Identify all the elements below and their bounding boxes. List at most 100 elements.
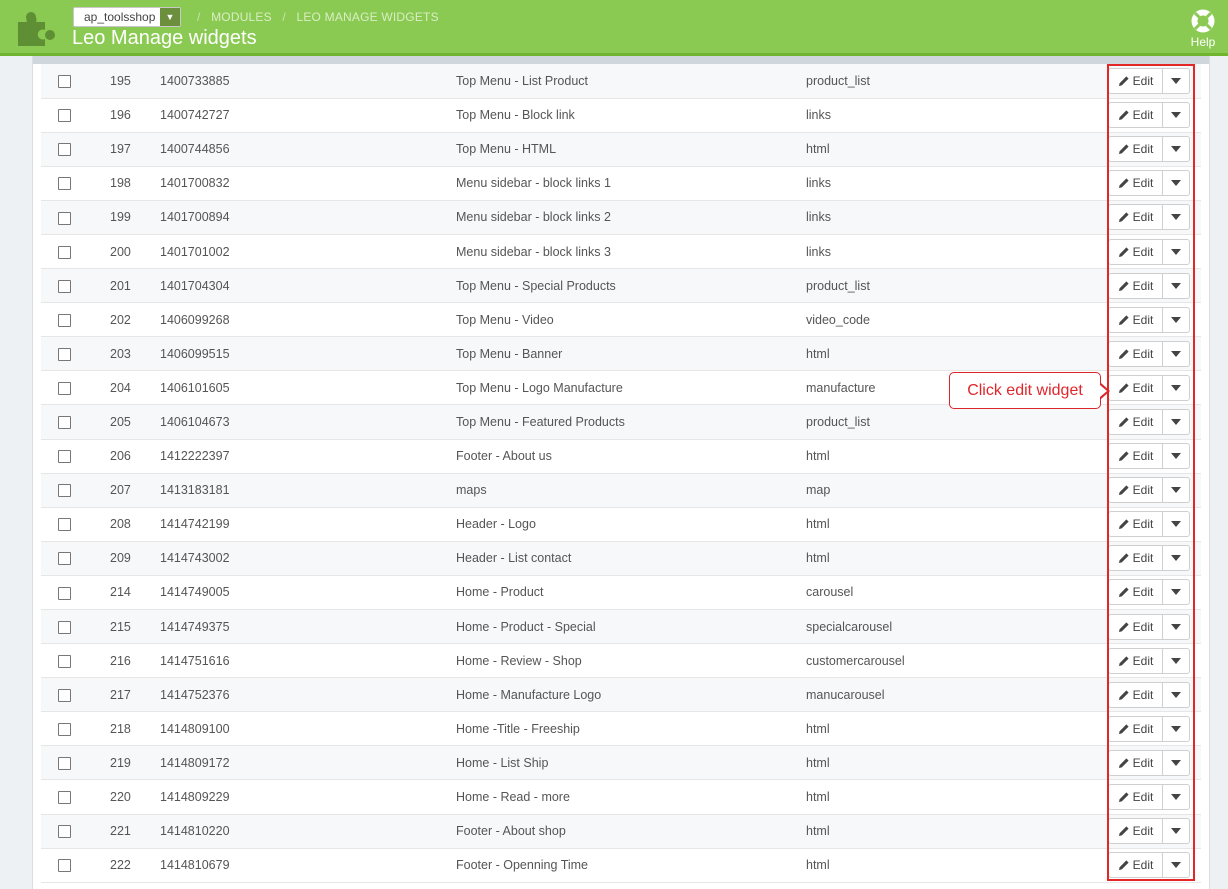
row-checkbox[interactable] <box>58 347 71 361</box>
table-row: 215 1414749375 Home - Product - Special spe… <box>41 609 1201 645</box>
actions-dropdown-toggle[interactable] <box>1163 171 1189 195</box>
table-row: 201 1401704304 Top Menu - Special Products… <box>41 268 1201 304</box>
edit-button[interactable]: Edit <box>1109 853 1163 878</box>
edit-button[interactable]: Edit <box>1109 478 1163 503</box>
row-checkbox[interactable] <box>58 381 71 395</box>
edit-button[interactable]: Edit <box>1109 307 1163 332</box>
edit-button[interactable]: Edit <box>1109 716 1163 741</box>
edit-button[interactable]: Edit <box>1109 614 1163 639</box>
edit-button[interactable]: Edit <box>1109 375 1163 400</box>
edit-button[interactable]: Edit <box>1109 546 1163 571</box>
actions-dropdown-toggle[interactable] <box>1163 69 1189 93</box>
row-checkbox[interactable] <box>58 552 71 566</box>
edit-button[interactable]: Edit <box>1109 273 1163 298</box>
edit-button[interactable]: Edit <box>1109 409 1163 434</box>
edit-button[interactable]: Edit <box>1109 580 1163 605</box>
actions-dropdown-toggle[interactable] <box>1163 785 1189 809</box>
row-checkbox[interactable] <box>58 484 71 498</box>
actions-dropdown-toggle[interactable] <box>1163 137 1189 161</box>
edit-button-group: Edit <box>1108 647 1190 674</box>
edit-button-group: Edit <box>1108 715 1190 742</box>
edit-button-group: Edit <box>1108 443 1190 470</box>
pencil-icon <box>1118 587 1129 598</box>
row-checkbox[interactable] <box>58 518 71 532</box>
table-row: 205 1406104673 Top Menu - Featured Product… <box>41 404 1201 440</box>
edit-label: Edit <box>1132 619 1154 634</box>
edit-button[interactable]: Edit <box>1109 512 1163 537</box>
edit-button[interactable]: Edit <box>1109 785 1163 810</box>
widget-type: customercarousel <box>806 643 1108 679</box>
actions-dropdown-toggle[interactable] <box>1163 308 1189 332</box>
row-checkbox[interactable] <box>58 74 71 88</box>
actions-dropdown-toggle[interactable] <box>1163 512 1189 536</box>
breadcrumb-modules[interactable]: MODULES <box>211 10 272 24</box>
edit-button[interactable]: Edit <box>1109 341 1163 366</box>
actions-dropdown-toggle[interactable] <box>1163 615 1189 639</box>
row-checkbox[interactable] <box>58 279 71 293</box>
row-checkbox[interactable] <box>58 450 71 464</box>
table-row: 209 1414743002 Header - List contact html Ed… <box>41 541 1201 576</box>
edit-button[interactable]: Edit <box>1109 171 1163 196</box>
actions-dropdown-toggle[interactable] <box>1163 819 1189 843</box>
row-checkbox[interactable] <box>58 757 71 771</box>
row-checkbox[interactable] <box>58 416 71 430</box>
edit-button[interactable]: Edit <box>1109 205 1163 230</box>
help-button[interactable]: Help <box>1188 8 1218 49</box>
actions-dropdown-toggle[interactable] <box>1163 240 1189 264</box>
edit-button[interactable]: Edit <box>1109 444 1163 469</box>
row-checkbox[interactable] <box>58 654 71 668</box>
edit-button[interactable]: Edit <box>1109 137 1163 162</box>
actions-dropdown-toggle[interactable] <box>1163 683 1189 707</box>
actions-dropdown-toggle[interactable] <box>1163 342 1189 366</box>
actions-dropdown-toggle[interactable] <box>1163 410 1189 434</box>
actions-dropdown-toggle[interactable] <box>1163 444 1189 468</box>
row-checkbox[interactable] <box>58 245 71 259</box>
row-checkbox-cell <box>41 814 101 849</box>
row-checkbox[interactable] <box>58 586 71 600</box>
edit-button[interactable]: Edit <box>1109 750 1163 775</box>
widget-name: Home - Manufacture Logo <box>456 677 806 713</box>
widget-key: 1400742727 <box>159 98 456 133</box>
edit-button[interactable]: Edit <box>1109 68 1163 93</box>
row-checkbox[interactable] <box>58 211 71 225</box>
actions-dropdown-toggle[interactable] <box>1163 205 1189 229</box>
widget-name: Footer - About shop <box>456 814 806 849</box>
breadcrumb-leo-manage-widgets[interactable]: LEO MANAGE WIDGETS <box>296 10 438 24</box>
edit-label: Edit <box>1132 449 1154 464</box>
widget-key: 1401701002 <box>159 234 456 270</box>
widget-type: product_list <box>806 64 1108 99</box>
shop-select[interactable]: ap_toolsshop ▼ <box>73 7 181 27</box>
row-checkbox[interactable] <box>58 109 71 123</box>
row-actions: Edit <box>1108 814 1201 849</box>
actions-dropdown-toggle[interactable] <box>1163 546 1189 570</box>
actions-dropdown-toggle[interactable] <box>1163 717 1189 741</box>
edit-button[interactable]: Edit <box>1109 239 1163 264</box>
actions-dropdown-toggle[interactable] <box>1163 580 1189 604</box>
row-checkbox[interactable] <box>58 177 71 191</box>
edit-button[interactable]: Edit <box>1109 682 1163 707</box>
row-actions: Edit <box>1108 234 1201 270</box>
actions-dropdown-toggle[interactable] <box>1163 751 1189 775</box>
row-checkbox[interactable] <box>58 620 71 634</box>
row-checkbox[interactable] <box>58 825 71 839</box>
edit-button[interactable]: Edit <box>1109 648 1163 673</box>
row-checkbox[interactable] <box>58 791 71 805</box>
edit-button[interactable]: Edit <box>1109 103 1163 128</box>
row-checkbox[interactable] <box>58 313 71 327</box>
pencil-icon <box>1118 281 1129 291</box>
actions-dropdown-toggle[interactable] <box>1163 103 1189 127</box>
row-checkbox[interactable] <box>58 859 71 873</box>
edit-label: Edit <box>1132 176 1154 191</box>
actions-dropdown-toggle[interactable] <box>1163 274 1189 298</box>
row-checkbox[interactable] <box>58 688 71 702</box>
actions-dropdown-toggle[interactable] <box>1163 649 1189 673</box>
edit-button-group: Edit <box>1108 170 1190 197</box>
actions-dropdown-toggle[interactable] <box>1163 853 1189 877</box>
edit-button[interactable]: Edit <box>1109 819 1163 844</box>
edit-button-group: Edit <box>1108 238 1190 265</box>
row-checkbox[interactable] <box>58 143 71 157</box>
actions-dropdown-toggle[interactable] <box>1163 478 1189 502</box>
actions-dropdown-toggle[interactable] <box>1163 376 1189 400</box>
row-checkbox[interactable] <box>58 722 71 736</box>
widget-id: 199 <box>101 200 159 235</box>
